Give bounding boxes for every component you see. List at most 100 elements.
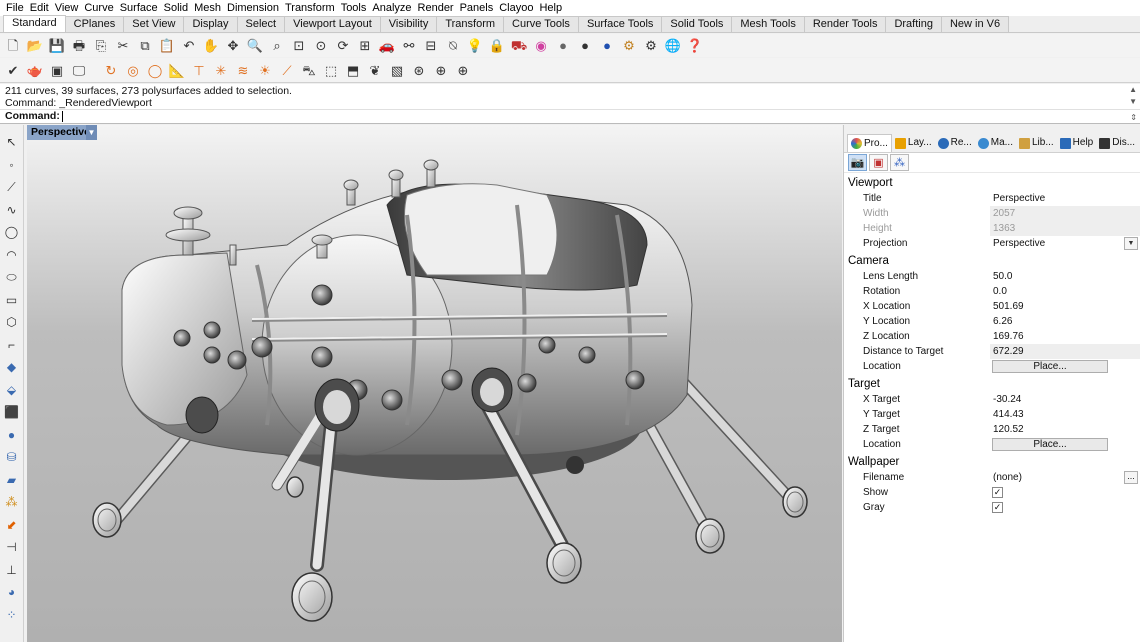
tab-solid-tools[interactable]: Solid Tools (661, 16, 733, 32)
curve-icon[interactable]: ∿ (3, 201, 21, 219)
ruler-icon[interactable]: 📐 (168, 61, 186, 79)
pan-icon[interactable]: ✋ (202, 37, 220, 55)
lens-length-field[interactable]: 50.0 (990, 269, 1140, 284)
zoom-window-icon[interactable]: ⌕ (268, 37, 286, 55)
perspective-viewport[interactable]: Perspective ▼ (27, 125, 842, 642)
tab-layers[interactable]: Lay... (892, 134, 935, 152)
menu-transform[interactable]: Transform (282, 2, 338, 14)
mesh-icon[interactable]: ▰ (3, 471, 21, 489)
menu-clayoo[interactable]: Clayoo (496, 2, 536, 14)
tab-help[interactable]: Help (1057, 134, 1097, 152)
tab-cplanes[interactable]: CPlanes (64, 16, 125, 32)
menu-mesh[interactable]: Mesh (191, 2, 224, 14)
scroll-down-icon[interactable]: ▼ (1129, 97, 1137, 106)
sun-icon[interactable]: ☀ (256, 61, 274, 79)
menu-view[interactable]: View (52, 2, 82, 14)
lock-icon[interactable]: 🔒 (488, 37, 506, 55)
new-icon[interactable]: 🗋 (4, 37, 22, 55)
cplane-icon[interactable]: ⍉ (444, 37, 462, 55)
tab-display[interactable]: Display (183, 16, 238, 32)
car-properties-icon[interactable]: ⛟ (510, 37, 528, 55)
save-icon[interactable]: 💾 (48, 37, 66, 55)
teapot-icon[interactable]: 🫖 (26, 61, 44, 79)
gears-icon[interactable]: ⚙ (620, 37, 638, 55)
command-line[interactable]: Command: ⇕ (0, 110, 1140, 124)
box-icon[interactable]: ⬚ (322, 61, 340, 79)
menu-curve[interactable]: Curve (81, 2, 116, 14)
scroll-up-down-icon[interactable]: ⇕ (1130, 111, 1137, 124)
box-edit-icon[interactable]: ⬒ (344, 61, 362, 79)
distance-to-target-field[interactable]: 672.29 (990, 344, 1140, 359)
globe-icon[interactable]: 🌐 (664, 37, 682, 55)
smooth-icon[interactable]: ≋ (234, 61, 252, 79)
snap-icon[interactable]: ⊕ (454, 61, 472, 79)
circle-icon[interactable]: ◯ (3, 223, 21, 241)
circle-icon[interactable]: ◯ (146, 61, 164, 79)
tab-viewport-layout[interactable]: Viewport Layout (284, 16, 381, 32)
group-icon[interactable]: ⁘ (3, 606, 21, 624)
menu-analyze[interactable]: Analyze (369, 2, 414, 14)
render-icon[interactable]: ◕ (3, 583, 21, 601)
help-icon[interactable]: ❓ (686, 37, 704, 55)
tab-mesh-tools[interactable]: Mesh Tools (731, 16, 805, 32)
tab-materials[interactable]: Ma... (975, 134, 1016, 152)
car-icon[interactable]: 🚗 (378, 37, 396, 55)
check-icon[interactable]: ✔ (4, 61, 22, 79)
target-place-button[interactable]: Place... (992, 438, 1108, 451)
polyline-icon[interactable]: ⟋ (3, 178, 21, 196)
render-icon[interactable]: ▣ (48, 61, 66, 79)
solid-box-icon[interactable]: ⬛ (3, 403, 21, 421)
cylinder-icon[interactable]: ⛁ (3, 448, 21, 466)
four-viewports-icon[interactable]: ⊞ (356, 37, 374, 55)
select-arrow-icon[interactable]: ↖ (3, 133, 21, 151)
color-wheel-icon[interactable]: ◉ (532, 37, 550, 55)
zoom-icon[interactable]: 🔍 (246, 37, 264, 55)
z-location-field[interactable]: 169.76 (990, 329, 1140, 344)
rotate-view-icon[interactable]: ⟳ (334, 37, 352, 55)
tab-display[interactable]: Dis... (1096, 134, 1138, 152)
camera-icon[interactable]: 📷 (848, 154, 867, 171)
plant-icon[interactable]: ❦ (366, 61, 384, 79)
scroll-up-icon[interactable]: ▲ (1129, 85, 1137, 94)
lights-icon[interactable]: ⚯ (400, 37, 418, 55)
texture-icon[interactable]: ▧ (388, 61, 406, 79)
ellipse-icon[interactable]: ⬭ (3, 268, 21, 286)
tab-libraries[interactable]: Lib... (1016, 134, 1057, 152)
open-icon[interactable]: 📂 (26, 37, 44, 55)
molecule-icon[interactable]: ⁂ (890, 154, 909, 171)
explode-icon[interactable]: ✳ (212, 61, 230, 79)
fillet-icon[interactable]: ⌐ (3, 336, 21, 354)
menu-render[interactable]: Render (415, 2, 457, 14)
camera-place-button[interactable]: Place... (992, 360, 1108, 373)
rotation-field[interactable]: 0.0 (990, 284, 1140, 299)
lasso-icon[interactable]: ↻ (102, 61, 120, 79)
title-field[interactable]: Perspective (990, 191, 1140, 206)
tab-surface-tools[interactable]: Surface Tools (577, 16, 663, 32)
y-target-field[interactable]: 414.43 (990, 407, 1140, 422)
project-icon[interactable]: ⊤ (190, 61, 208, 79)
grid-icon[interactable]: ⊟ (422, 37, 440, 55)
point-icon[interactable]: ◦ (3, 156, 21, 174)
tab-standard[interactable]: Standard (3, 15, 66, 32)
gray-checkbox[interactable]: ✓ (992, 502, 1003, 513)
menu-edit[interactable]: Edit (27, 2, 52, 14)
screen-icon[interactable]: 🖵 (70, 61, 88, 79)
z-target-field[interactable]: 120.52 (990, 422, 1140, 437)
car-icon[interactable]: ⛍ (300, 61, 318, 79)
rectangle-icon[interactable]: ▭ (3, 291, 21, 309)
menu-file[interactable]: File (3, 2, 27, 14)
extrude-icon[interactable]: ⬙ (3, 381, 21, 399)
trim-icon[interactable]: ⟋ (278, 61, 296, 79)
undo-icon[interactable]: ↶ (180, 37, 198, 55)
x-target-field[interactable]: -30.24 (990, 392, 1140, 407)
import-icon[interactable]: ⎘ (92, 37, 110, 55)
tab-visibility[interactable]: Visibility (379, 16, 438, 32)
filename-field[interactable]: (none) ... (990, 470, 1140, 485)
menu-solid[interactable]: Solid (161, 2, 191, 14)
arc-icon[interactable]: ◠ (3, 246, 21, 264)
projection-select[interactable]: Perspective ▼ (990, 236, 1140, 251)
mesh-icon[interactable]: ⊛ (410, 61, 428, 79)
tab-curve-tools[interactable]: Curve Tools (503, 16, 579, 32)
menu-surface[interactable]: Surface (117, 2, 161, 14)
tab-properties[interactable]: Pro... (847, 134, 892, 152)
